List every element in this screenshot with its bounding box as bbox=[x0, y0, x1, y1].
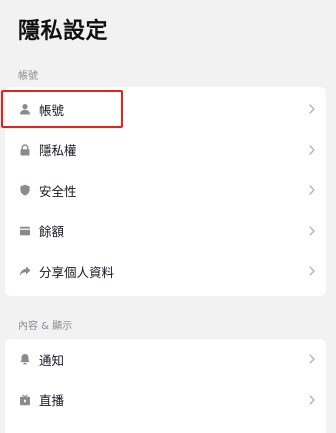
settings-item-label: 安全性 bbox=[39, 183, 77, 199]
section-label-content-display: 內容 & 顯示 bbox=[18, 321, 73, 332]
page-title: 隱私設定 bbox=[18, 19, 109, 44]
share-icon bbox=[19, 265, 31, 277]
lock-icon bbox=[19, 144, 31, 156]
account-card: 帳號 隱私權 安全性 餘額 分享個人資料 bbox=[5, 87, 326, 296]
section-label-account: 帳號 bbox=[18, 71, 38, 82]
settings-item-label: 通知 bbox=[39, 352, 65, 368]
chevron-right-icon bbox=[308, 395, 316, 405]
settings-item-label: 帳號 bbox=[39, 102, 65, 118]
settings-item-privacy[interactable]: 隱私權 bbox=[5, 130, 326, 171]
chevron-right-icon bbox=[308, 266, 316, 276]
shield-icon bbox=[19, 184, 31, 196]
chevron-right-icon bbox=[308, 185, 316, 195]
live-tv-icon bbox=[19, 394, 31, 406]
chevron-right-icon bbox=[308, 226, 316, 236]
chevron-right-icon bbox=[308, 104, 316, 114]
content-display-card: 通知 直播 bbox=[5, 339, 326, 433]
person-icon bbox=[19, 103, 31, 115]
settings-item-label: 餘額 bbox=[39, 224, 65, 240]
settings-item-notifications[interactable]: 通知 bbox=[5, 339, 326, 380]
settings-item-account[interactable]: 帳號 bbox=[5, 89, 326, 130]
settings-item-security[interactable]: 安全性 bbox=[5, 170, 326, 211]
bell-icon bbox=[19, 353, 31, 365]
settings-item-balance[interactable]: 餘額 bbox=[5, 211, 326, 252]
settings-item-label: 分享個人資料 bbox=[39, 264, 115, 280]
settings-item-live[interactable]: 直播 bbox=[5, 380, 326, 421]
settings-item-label: 隱私權 bbox=[39, 143, 77, 159]
chevron-right-icon bbox=[308, 354, 316, 364]
settings-item-label: 直播 bbox=[39, 393, 65, 409]
wallet-icon bbox=[19, 225, 31, 237]
settings-item-share-profile[interactable]: 分享個人資料 bbox=[5, 251, 326, 292]
chevron-right-icon bbox=[308, 145, 316, 155]
